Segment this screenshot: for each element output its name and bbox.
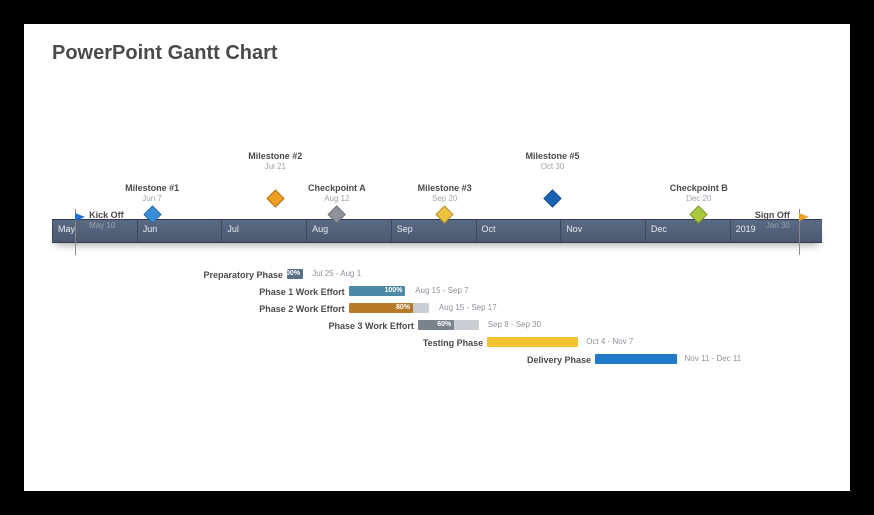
task-label: Testing Phase: [52, 338, 487, 348]
task-pct: 80%: [396, 303, 410, 313]
task-label: Phase 1 Work Effort: [52, 287, 349, 297]
milestone-label: Milestone #2: [248, 152, 302, 162]
diamond-icon: [435, 205, 453, 223]
milestone-label: Sign Off: [755, 211, 790, 221]
task-bar: [595, 354, 677, 364]
milestone-1: Milestone #1 Jun 7: [125, 184, 179, 221]
task-dates: Aug 15 - Sep 17: [433, 303, 497, 312]
milestone-label: Milestone #5: [525, 152, 579, 162]
axis-tick: Dec: [645, 220, 672, 242]
task-row: Phase 2 Work Effort 80% Aug 15 - Sep 17: [52, 301, 822, 316]
task-pct: 60%: [437, 320, 451, 330]
task-bar: 100%: [349, 286, 406, 296]
milestone-date: Sep 20: [418, 195, 472, 204]
milestone-date: Jul 21: [248, 163, 302, 172]
timeline-axis: May Jun Jul Aug Sep Oct Nov Dec 2019: [52, 219, 822, 243]
task-row: Phase 1 Work Effort 100% Aug 15 - Sep 7: [52, 284, 822, 299]
task-pct: 100%: [282, 269, 300, 279]
gantt-chart-slide: PowerPoint Gantt Chart May Jun Jul Aug S…: [24, 24, 850, 491]
task-label: Delivery Phase: [52, 355, 595, 365]
flag-icon: [75, 213, 85, 221]
milestone-signoff: Sign Off Jan 30: [799, 213, 809, 221]
task-dates: Aug 15 - Sep 7: [409, 286, 468, 295]
axis-tick: Aug: [306, 220, 333, 242]
task-bar: [487, 337, 577, 347]
axis-tick: Oct: [476, 220, 501, 242]
milestone-date: Oct 30: [525, 163, 579, 172]
task-bar: 100%: [287, 269, 303, 279]
axis-tick: Jun: [137, 220, 163, 242]
task-label: Preparatory Phase: [52, 270, 287, 280]
milestone-2: Milestone #2 Jul 21: [248, 152, 302, 205]
axis-tick: Sep: [391, 220, 418, 242]
milestone-label: Checkpoint A: [308, 184, 366, 194]
axis-tick: Jul: [221, 220, 244, 242]
checkpoint-b: Checkpoint B Dec 20: [670, 184, 728, 221]
chart-title: PowerPoint Gantt Chart: [52, 42, 822, 65]
milestone-label: Checkpoint B: [670, 184, 728, 194]
task-row: Testing Phase Oct 4 - Nov 7: [52, 335, 822, 350]
gantt-tasks: Preparatory Phase 100% Jul 25 - Aug 1 Ph…: [52, 267, 822, 367]
diamond-icon: [543, 189, 561, 207]
milestone-label: Milestone #3: [418, 184, 472, 194]
milestone-label: Kick Off: [89, 211, 124, 221]
task-label: Phase 3 Work Effort: [52, 321, 418, 331]
milestone-date: Aug 12: [308, 195, 366, 204]
timeline: May Jun Jul Aug Sep Oct Nov Dec 2019 Kic…: [52, 115, 822, 255]
diamond-icon: [690, 205, 708, 223]
milestone-label: Milestone #1: [125, 184, 179, 194]
milestone-date: May 10: [89, 222, 124, 231]
axis-tick: Nov: [560, 220, 587, 242]
checkpoint-a: Checkpoint A Aug 12: [308, 184, 366, 221]
task-dates: Nov 11 - Dec 11: [679, 354, 742, 363]
diamond-icon: [328, 205, 346, 223]
flag-icon: [799, 213, 809, 221]
diamond-icon: [266, 189, 284, 207]
milestone-kickoff: Kick Off May 10: [75, 213, 85, 221]
milestone-date: Dec 20: [670, 195, 728, 204]
milestone-3: Milestone #3 Sep 20: [418, 184, 472, 221]
task-dates: Jul 25 - Aug 1: [306, 269, 361, 278]
milestone-date: Jan 30: [755, 222, 790, 231]
task-dates: Oct 4 - Nov 7: [580, 337, 633, 346]
task-label: Phase 2 Work Effort: [52, 304, 349, 314]
milestone-date: Jun 7: [125, 195, 179, 204]
milestone-5: Milestone #5 Oct 30: [525, 152, 579, 205]
task-row: Delivery Phase Nov 11 - Dec 11: [52, 352, 822, 367]
task-dates: Sep 8 - Sep 30: [482, 320, 541, 329]
task-row: Phase 3 Work Effort 60% Sep 8 - Sep 30: [52, 318, 822, 333]
task-bar: 80%: [349, 303, 413, 313]
diamond-icon: [143, 205, 161, 223]
task-bar: 60%: [418, 320, 454, 330]
task-row: Preparatory Phase 100% Jul 25 - Aug 1: [52, 267, 822, 282]
task-pct: 100%: [384, 286, 402, 296]
